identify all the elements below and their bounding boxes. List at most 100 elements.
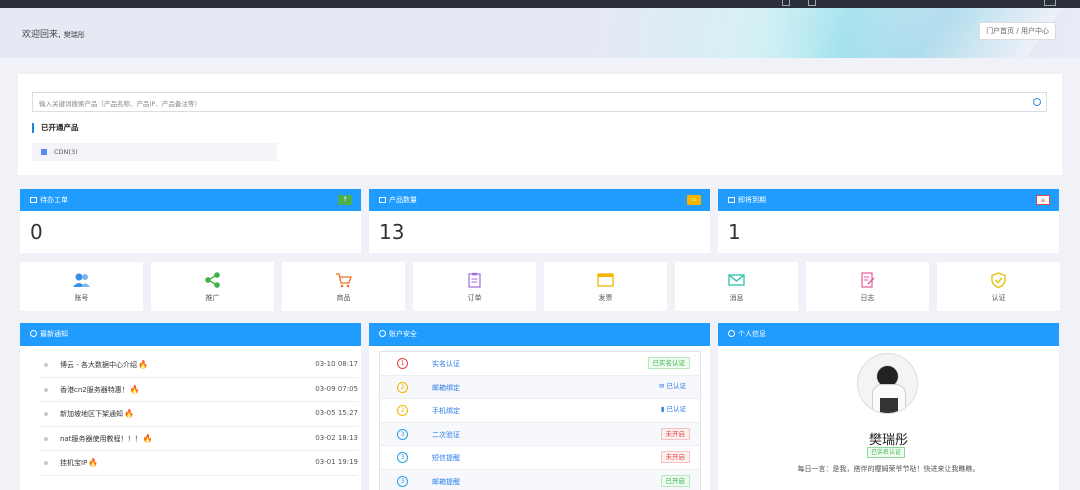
- shield-icon: [379, 330, 386, 337]
- notice-card: 最新通知 博云 - 各大数据中心介绍🔥 03-10 08:17 香港cn2服务器特…: [20, 323, 361, 490]
- fire-icon: 🔥: [142, 433, 153, 443]
- breadcrumb[interactable]: 门户首页 / 用户中心: [979, 22, 1056, 40]
- level-badge: 2: [397, 381, 408, 393]
- security-label[interactable]: 短信提醒: [432, 453, 460, 463]
- level-badge: 3: [397, 428, 408, 440]
- profile-card: 个人信息 樊瑞彤 已实名认证 每日一言：是我，搭伴的樱姆荣爷节哒！快进来让我瞧瞧…: [718, 323, 1059, 490]
- shortcut-label: 商品: [336, 294, 351, 302]
- bullet-icon: [44, 461, 48, 465]
- bullet-icon: [44, 436, 48, 441]
- status-badge: ▮ 已认证: [660, 405, 686, 413]
- security-card: 账户安全 1 实名认证 已实名认证 2 邮箱绑定 ✉ 已认证 2 手机绑定 ▮ 已认证 3 二…: [369, 323, 710, 490]
- profile-name: 樊瑞彤: [868, 433, 908, 448]
- security-row-sms: 3 短信提醒 未开启: [380, 446, 700, 470]
- security-label[interactable]: 二次验证: [432, 430, 460, 440]
- clipboard-icon: [468, 272, 481, 288]
- trash-icon: [728, 197, 735, 203]
- ticket-icon: [30, 197, 37, 203]
- notice-date: 03-10 08:17: [315, 360, 358, 368]
- status-badge: 已开启: [660, 474, 690, 487]
- stat-card-products[interactable]: 产品数量 ▭ 13: [369, 189, 710, 253]
- list-item[interactable]: 新加坡地区下架通知🔥 03-05 15:27: [40, 402, 358, 427]
- cdn-icon: [41, 149, 47, 155]
- status-badge: ✉ 已认证: [658, 381, 686, 390]
- stat-card-tickets[interactable]: 待办工单 ↑ 0: [20, 189, 361, 253]
- calendar-icon: ≡: [1036, 195, 1050, 205]
- security-label[interactable]: 邮箱提醒: [432, 477, 460, 487]
- notice-date: 03-09 07:05: [315, 384, 358, 393]
- product-item-label: CDN(3): [54, 148, 78, 156]
- search-icon[interactable]: [1033, 98, 1041, 106]
- welcome-banner: 欢迎回来, 樊瑞彤 门户首页 / 用户中心: [0, 8, 1080, 58]
- status-badge: 已实名认证: [647, 357, 690, 369]
- notice-title[interactable]: 挂机宝IP: [60, 459, 87, 467]
- bullet-icon: [44, 363, 48, 367]
- shortcut-orders[interactable]: 订单: [413, 262, 536, 311]
- shortcut-account[interactable]: 账号: [20, 262, 143, 311]
- welcome-username: 樊瑞彤: [63, 31, 85, 39]
- level-badge: 3: [397, 452, 408, 463]
- security-row-2fa: 3 二次验证 未开启: [380, 422, 700, 446]
- stat-card-expiring[interactable]: 即将到期 ≡ 1: [718, 189, 1059, 253]
- avatar[interactable]: [857, 353, 918, 414]
- search-placeholder: 输入关键词搜索产品（产品名称、产品IP、产品备注等）: [39, 100, 201, 108]
- security-row-email: 2 邮箱绑定 ✉ 已认证: [380, 375, 700, 399]
- security-row-phone: 2 手机绑定 ▮ 已认证: [380, 399, 700, 423]
- stat-value: 1: [728, 220, 741, 244]
- fire-icon: 🔥: [129, 384, 140, 394]
- opened-products-title: 已开通产品: [32, 123, 79, 133]
- shortcut-promote[interactable]: 推广: [151, 262, 274, 311]
- card-title: 账户安全: [389, 330, 417, 338]
- mail-icon: [728, 274, 745, 286]
- notice-title[interactable]: 博云 - 各大数据中心介绍: [60, 361, 137, 369]
- notice-title[interactable]: 新加坡地区下架通知: [60, 410, 123, 418]
- folder-icon: ▭: [687, 195, 701, 205]
- daily-quote: 每日一言：是我，搭伴的樱姆荣爷节哒！快进来让我瞧瞧。: [797, 465, 980, 473]
- bullet-icon: [44, 412, 48, 416]
- bell-icon: [30, 330, 37, 337]
- list-item[interactable]: 博云 - 各大数据中心介绍🔥 03-10 08:17: [40, 353, 358, 378]
- log-icon: [861, 272, 875, 288]
- stat-value: 0: [30, 220, 43, 244]
- verified-badge: 已实名认证: [867, 447, 906, 458]
- fire-icon: 🔥: [88, 458, 99, 467]
- level-badge: 3: [397, 475, 408, 487]
- list-item[interactable]: nat服务器使用教程！！！🔥 03-02 18:13: [40, 427, 358, 451]
- shortcut-verification[interactable]: 认证: [937, 262, 1060, 311]
- shortcut-label: 账号: [74, 294, 89, 302]
- shortcut-label: 发票: [598, 294, 613, 302]
- stat-value: 13: [379, 220, 405, 244]
- bullet-icon: [44, 387, 48, 392]
- list-item[interactable]: 香港cn2服务器特惠！🔥 03-09 07:05: [40, 378, 358, 402]
- fire-icon: 🔥: [124, 409, 134, 418]
- shortcut-invoice[interactable]: 发票: [544, 262, 667, 311]
- list-item[interactable]: 挂机宝IP🔥 03-01 19:19: [40, 451, 358, 476]
- search-icon[interactable]: [782, 0, 790, 6]
- user-icon: [728, 330, 735, 337]
- server-icon: [379, 197, 386, 203]
- arrow-up-icon: ↑: [338, 195, 352, 205]
- users-icon: [73, 273, 90, 287]
- security-list: 1 实名认证 已实名认证 2 邮箱绑定 ✉ 已认证 2 手机绑定 ▮ 已认证 3 二次验证 未开…: [379, 351, 701, 490]
- notice-date: 03-02 18:13: [315, 433, 358, 442]
- product-panel: 输入关键词搜索产品（产品名称、产品IP、产品备注等） 已开通产品 CDN(3): [18, 74, 1062, 175]
- security-row-realname: 1 实名认证 已实名认证: [380, 352, 700, 376]
- shortcut-label: 消息: [729, 294, 744, 302]
- stat-label: 即将到期: [738, 196, 766, 204]
- level-badge: 2: [397, 405, 408, 416]
- search-input[interactable]: 输入关键词搜索产品（产品名称、产品IP、产品备注等）: [32, 92, 1047, 112]
- notice-title[interactable]: nat服务器使用教程！！！: [60, 435, 141, 443]
- shortcut-goods[interactable]: 商品: [282, 262, 405, 311]
- user-menu-icon[interactable]: [1044, 0, 1056, 6]
- shortcut-label: 日志: [860, 294, 875, 302]
- security-label[interactable]: 实名认证: [432, 359, 460, 369]
- bell-icon[interactable]: [808, 0, 816, 6]
- shortcut-label: 推广: [205, 294, 220, 302]
- notice-title[interactable]: 香港cn2服务器特惠！: [60, 386, 129, 394]
- security-row-email-alert: 3 邮箱提醒 已开启: [380, 469, 700, 490]
- shortcut-logs[interactable]: 日志: [806, 262, 929, 311]
- security-label[interactable]: 邮箱绑定: [432, 383, 460, 393]
- security-label[interactable]: 手机绑定: [432, 406, 460, 416]
- shortcut-messages[interactable]: 消息: [675, 262, 798, 311]
- product-item-cdn[interactable]: CDN(3): [32, 143, 277, 161]
